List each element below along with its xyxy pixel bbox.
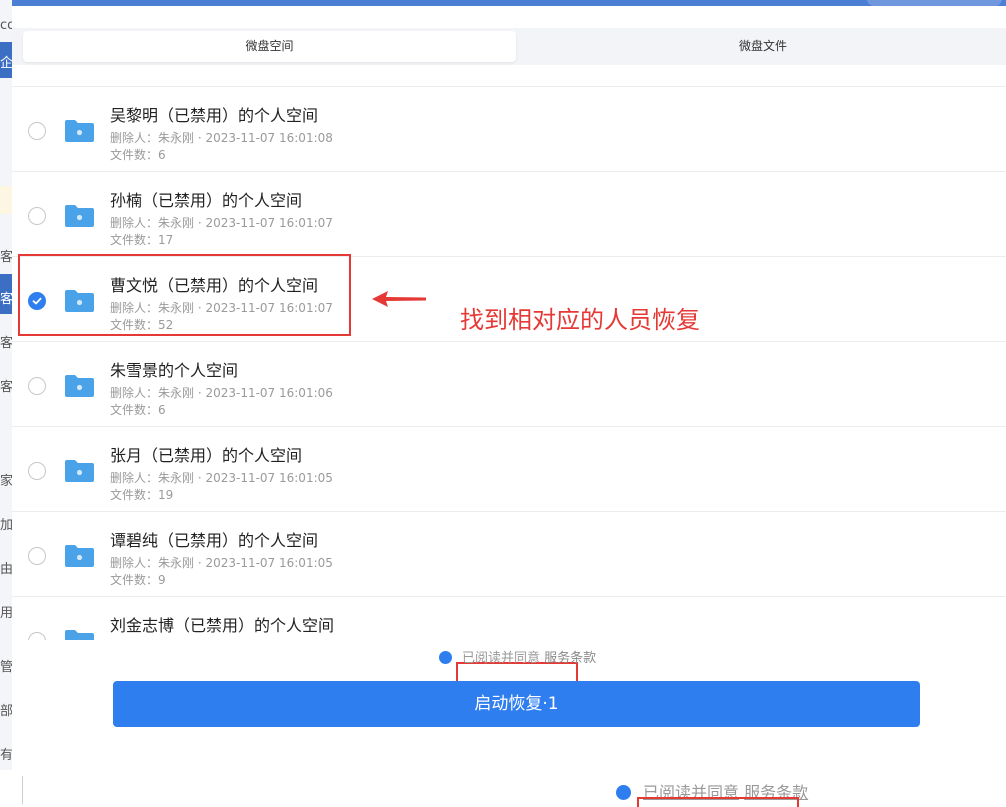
background-text: 有	[0, 744, 12, 763]
item-title: 孙楠（已禁用）的个人空间	[110, 187, 302, 211]
item-deleter: 删除人：朱永刚 · 2023-11-07 16:01:05	[110, 554, 333, 571]
background-notice-block	[0, 186, 12, 214]
folder-icon	[64, 459, 95, 483]
item-title: 谭碧纯（已禁用）的个人空间	[110, 527, 318, 551]
item-deleter: 删除人：朱永刚 · 2023-11-07 16:01:07	[110, 214, 333, 231]
background-text: 管	[0, 656, 12, 675]
background-page-strip: co 企 客 客 客 客 家 加 由 用 管 部 有	[0, 0, 12, 804]
select-radio[interactable]	[28, 122, 46, 140]
background-text: 由	[0, 558, 12, 577]
folder-icon	[64, 374, 95, 398]
background-divider	[22, 776, 37, 804]
tab-drive-files[interactable]: 微盘文件	[520, 31, 1006, 62]
annotation-text: 找到相对应的人员恢复	[460, 300, 700, 335]
item-file-count: 文件数：6	[110, 401, 166, 418]
folder-icon	[64, 204, 95, 228]
item-file-count: 文件数：17	[110, 231, 173, 248]
item-title: 朱雪景的个人空间	[110, 357, 238, 381]
item-file-count: 文件数：6	[110, 146, 166, 163]
select-radio[interactable]	[28, 462, 46, 480]
background-text: co	[0, 18, 12, 33]
list-item[interactable]: 刘金志博（已禁用）的个人空间	[12, 596, 1006, 640]
item-deleter: 删除人：朱永刚 · 2023-11-07 16:01:06	[110, 384, 333, 401]
item-file-count: 文件数：19	[110, 486, 173, 503]
list-item[interactable]: 谭碧纯（已禁用）的个人空间 删除人：朱永刚 · 2023-11-07 16:01…	[12, 511, 1006, 597]
folder-icon	[64, 119, 95, 143]
item-deleter: 删除人：朱永刚 · 2023-11-07 16:01:05	[110, 469, 333, 486]
list-item[interactable]: 吴黎明（已禁用）的个人空间 删除人：朱永刚 · 2023-11-07 16:01…	[12, 86, 1006, 172]
background-text: 加	[0, 514, 12, 533]
list-item[interactable]: 孙楠（已禁用）的个人空间 删除人：朱永刚 · 2023-11-07 16:01:…	[12, 171, 1006, 257]
select-radio[interactable]	[28, 377, 46, 395]
background-check-icon	[616, 785, 631, 800]
folder-icon	[64, 544, 95, 568]
background-text: 客	[0, 332, 12, 351]
list-item[interactable]: 朱雪景的个人空间 删除人：朱永刚 · 2023-11-07 16:01:06 文…	[12, 341, 1006, 427]
item-deleter: 删除人：朱永刚 · 2023-11-07 16:01:08	[110, 129, 333, 146]
item-title: 刘金志博（已禁用）的个人空间	[110, 612, 334, 636]
deleted-space-list: 吴黎明（已禁用）的个人空间 删除人：朱永刚 · 2023-11-07 16:01…	[12, 86, 1006, 640]
background-text: 用	[0, 602, 12, 621]
select-radio[interactable]	[28, 207, 46, 225]
annotation-highlight-selected	[18, 254, 351, 336]
background-text: 部	[0, 700, 12, 719]
background-text: 客	[0, 246, 12, 265]
list-item[interactable]: 张月（已禁用）的个人空间 删除人：朱永刚 · 2023-11-07 16:01:…	[12, 426, 1006, 512]
item-title: 张月（已禁用）的个人空间	[110, 442, 302, 466]
item-title: 吴黎明（已禁用）的个人空间	[110, 102, 318, 126]
item-file-count: 文件数：9	[110, 571, 166, 588]
folder-icon	[64, 629, 95, 640]
background-page-bottom	[0, 770, 1006, 804]
agree-check-icon[interactable]	[439, 651, 452, 664]
background-text: 客	[0, 376, 12, 395]
annotation-arrow-icon	[372, 289, 426, 309]
terms-link[interactable]: 服务条款	[544, 651, 596, 666]
terms-agreement[interactable]: 已阅读并同意 服务条款	[439, 647, 596, 665]
background-text: 客	[0, 288, 12, 307]
background-text: 家	[0, 470, 12, 489]
background-annotation-box	[637, 797, 799, 807]
select-radio[interactable]	[28, 547, 46, 565]
tab-switcher: 微盘空间 微盘文件	[12, 28, 1006, 65]
tab-drive-space[interactable]: 微盘空间	[23, 31, 516, 62]
select-radio[interactable]	[28, 632, 46, 640]
start-recovery-button[interactable]: 启动恢复·1	[113, 681, 920, 727]
background-text: 企	[0, 52, 12, 71]
agree-prefix: 已阅读并同意	[462, 651, 540, 666]
